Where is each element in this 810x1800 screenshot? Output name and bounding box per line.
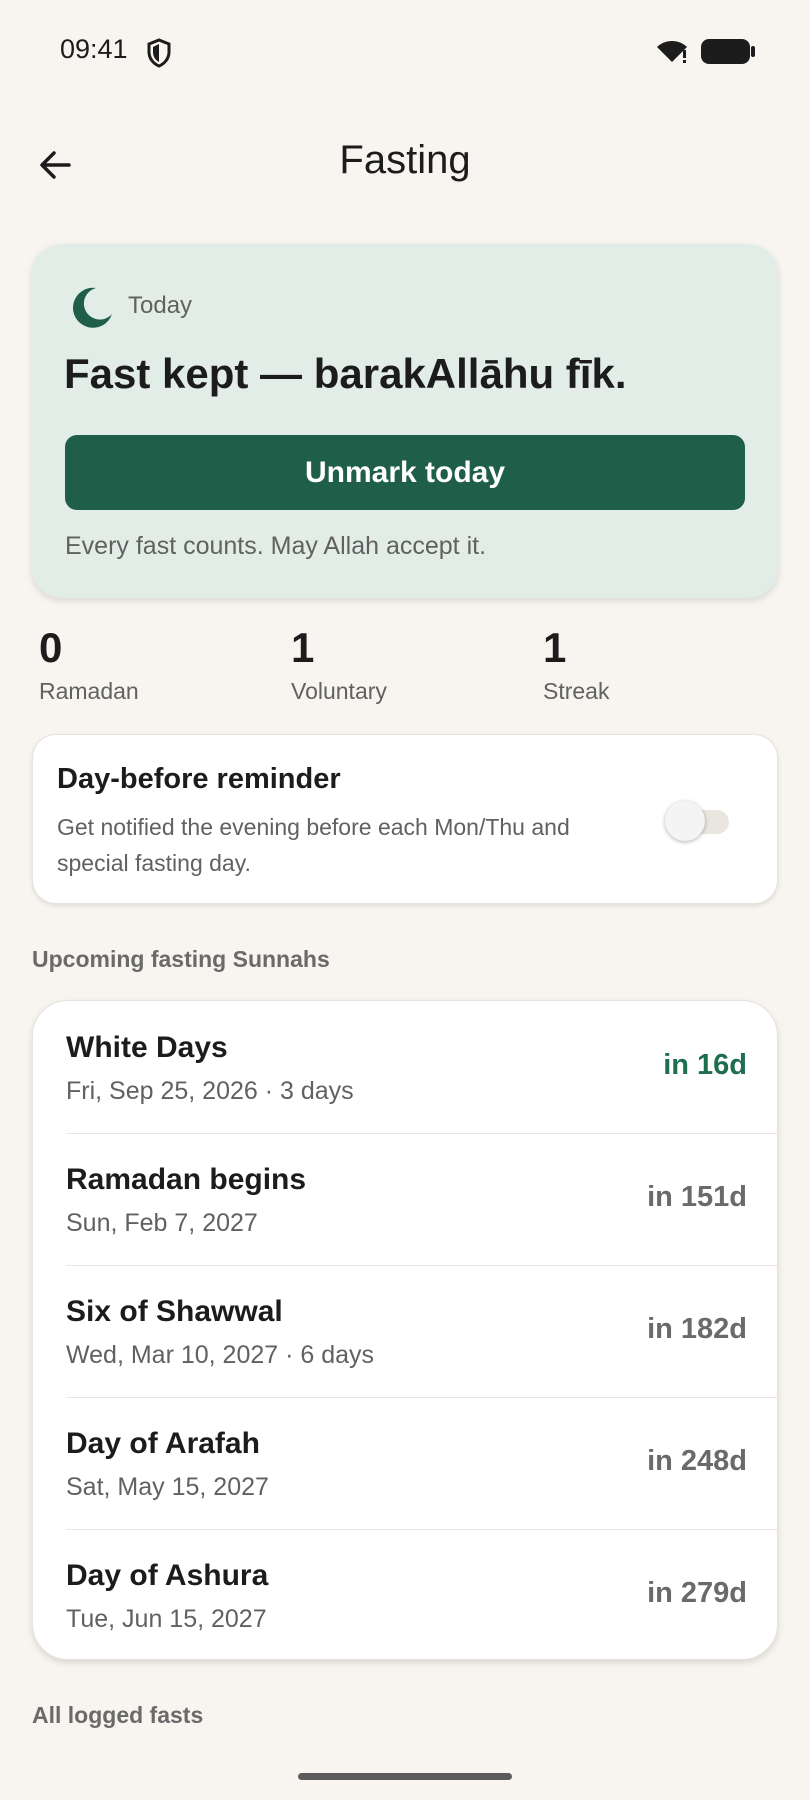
- reminder-toggle[interactable]: [665, 801, 731, 841]
- sunnah-name: Six of Shawwal: [66, 1295, 283, 1328]
- encouragement-note: Every fast counts. May Allah accept it.: [65, 532, 487, 560]
- stat-ramadan: 0 Ramadan: [39, 624, 139, 705]
- divider: [66, 1397, 777, 1398]
- sunnah-name: Day of Ashura: [66, 1559, 269, 1592]
- sunnah-name: White Days: [66, 1031, 228, 1064]
- upcoming-section-label: Upcoming fasting Sunnahs: [32, 946, 330, 972]
- divider: [66, 1529, 777, 1530]
- logged-fasts-section-label: All logged fasts: [32, 1702, 204, 1728]
- list-item[interactable]: Day of Ashura Tue, Jun 15, 2027 in 279d: [33, 1529, 777, 1659]
- list-item[interactable]: Day of Arafah Sat, May 15, 2027 in 248d: [33, 1397, 777, 1529]
- reminder-card: Day-before reminder Get notified the eve…: [32, 734, 778, 904]
- stat-streak: 1 Streak: [543, 624, 609, 705]
- sunnah-countdown: in 182d: [647, 1313, 747, 1345]
- sunnah-countdown: in 279d: [647, 1577, 747, 1609]
- sunnah-date: Wed, Mar 10, 2027 · 6 days: [66, 1341, 375, 1369]
- status-bar: 09:41: [0, 0, 810, 100]
- divider: [66, 1133, 777, 1134]
- sunnah-name: Day of Arafah: [66, 1427, 260, 1460]
- sunnah-date: Fri, Sep 25, 2026 · 3 days: [66, 1077, 354, 1105]
- wifi-icon: [657, 41, 687, 63]
- stat-label: Ramadan: [39, 678, 139, 704]
- list-item[interactable]: Six of Shawwal Wed, Mar 10, 2027 · 6 day…: [33, 1265, 777, 1397]
- status-time: 09:41: [60, 34, 128, 64]
- page-title: Fasting: [339, 138, 471, 182]
- today-card: Today Fast kept — barakAllāhu fīk. Unmar…: [32, 244, 778, 598]
- sunnah-date: Sat, May 15, 2027: [66, 1473, 269, 1501]
- list-item[interactable]: Ramadan begins Sun, Feb 7, 2027 in 151d: [33, 1133, 777, 1265]
- stat-value: 1: [291, 624, 315, 671]
- stat-voluntary: 1 Voluntary: [291, 624, 387, 705]
- reminder-title: Day-before reminder: [57, 763, 341, 795]
- stat-value: 0: [39, 624, 63, 671]
- divider: [66, 1265, 777, 1266]
- list-item[interactable]: White Days Fri, Sep 25, 2026 · 3 days in…: [33, 1001, 777, 1133]
- sunnah-countdown: in 248d: [647, 1445, 747, 1477]
- stat-value: 1: [543, 624, 567, 671]
- sunnah-countdown: in 16d: [663, 1049, 747, 1081]
- reminder-description: Get notified the evening before each Mon…: [57, 814, 570, 876]
- fasting-stats: 0 Ramadan 1 Voluntary 1 Streak: [0, 624, 810, 714]
- moon-icon: [72, 287, 112, 328]
- sunnah-name: Ramadan begins: [66, 1163, 307, 1196]
- sunnah-date: Sun, Feb 7, 2027: [66, 1209, 258, 1237]
- battery-icon: [701, 39, 755, 64]
- sunnah-date: Tue, Jun 15, 2027: [66, 1605, 267, 1633]
- home-indicator[interactable]: [298, 1773, 512, 1780]
- app-bar: Fasting: [0, 110, 810, 210]
- upcoming-sunnahs-list: White Days Fri, Sep 25, 2026 · 3 days in…: [32, 1000, 778, 1660]
- sunnah-countdown: in 151d: [647, 1181, 747, 1213]
- stat-label: Streak: [543, 678, 610, 704]
- toggle-thumb: [665, 801, 705, 841]
- fast-status-heading: Fast kept — barakAllāhu fīk.: [64, 350, 627, 397]
- unmark-today-button[interactable]: Unmark today: [65, 435, 745, 510]
- today-label: Today: [128, 292, 193, 319]
- stat-label: Voluntary: [291, 678, 387, 704]
- shield-icon: [147, 38, 171, 68]
